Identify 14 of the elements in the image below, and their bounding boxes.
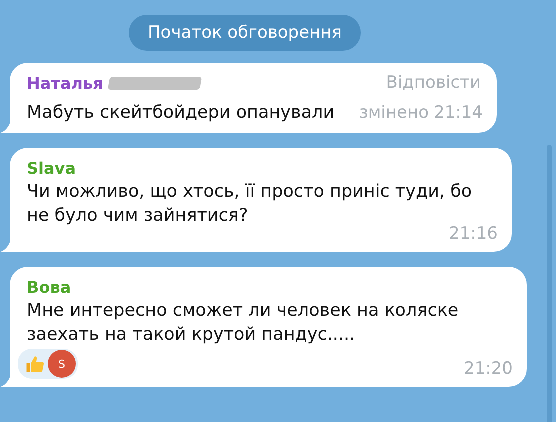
date-pill: Початок обговорення: [129, 15, 361, 51]
author-name: Вова: [27, 278, 72, 296]
reaction-chip[interactable]: S: [18, 349, 78, 379]
reply-button[interactable]: Відповісти: [386, 73, 483, 93]
message-time: 21:14: [434, 102, 483, 125]
message-time: 21:16: [449, 224, 498, 244]
author-name: Slava: [27, 158, 76, 178]
edited-label: змінено: [359, 102, 429, 125]
message-text: Мне интересно сможет ли человек на коляске заехать на такой крутой пандус.....: [27, 300, 460, 347]
avatar: S: [48, 350, 76, 378]
author-name: Наталья: [27, 74, 104, 92]
message-text: Мабуть скейтбойдери опанували: [27, 102, 336, 125]
message-time: 21:20: [464, 359, 513, 379]
message-text: Чи можливо, що хтось, її просто приніс туди, бо не було чим зайнятися?: [27, 181, 474, 226]
